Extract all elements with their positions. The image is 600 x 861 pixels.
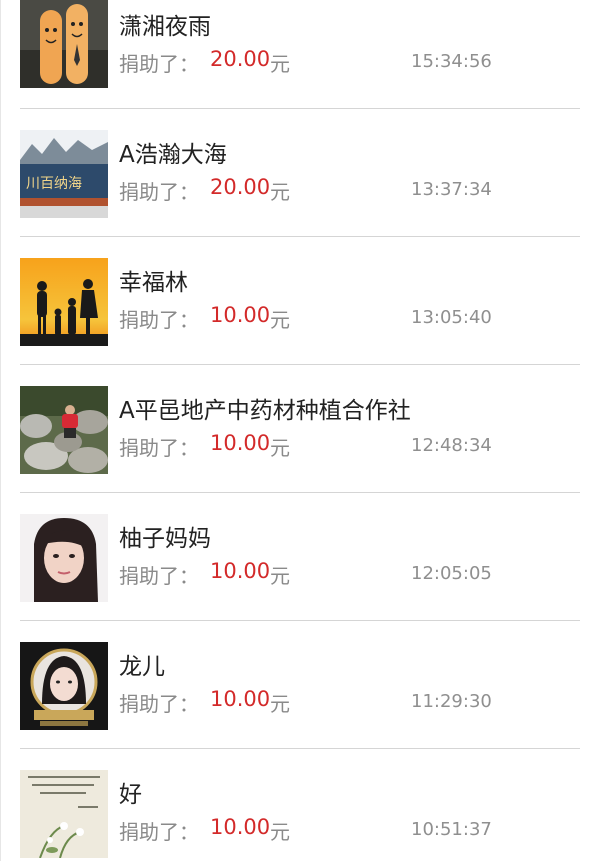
donation-time: 11:29:30 xyxy=(411,691,492,712)
list-item[interactable]: 幸福林 捐助了： 10.00 元 13:05:40 xyxy=(0,237,600,365)
donor-name: 幸福林 xyxy=(119,270,188,296)
donated-label: 捐助了： xyxy=(119,180,199,204)
currency-unit: 元 xyxy=(270,52,290,76)
donor-name: A浩瀚大海 xyxy=(119,142,227,168)
list-item[interactable]: 好 捐助了： 10.00 元 10:51:37 xyxy=(0,749,600,861)
donation-time: 10:51:37 xyxy=(411,819,492,840)
framed-portrait-avatar[interactable] xyxy=(20,642,108,730)
currency-unit: 元 xyxy=(270,180,290,204)
woman-portrait-avatar[interactable] xyxy=(20,514,108,602)
donation-amount: 20.00 xyxy=(210,47,271,71)
currency-unit: 元 xyxy=(270,692,290,716)
donor-name: 龙儿 xyxy=(119,654,165,680)
list-item[interactable]: 柚子妈妈 捐助了： 10.00 元 12:05:05 xyxy=(0,493,600,621)
sea-sign-avatar[interactable]: 川百纳海 xyxy=(20,130,108,218)
family-sunset-avatar[interactable] xyxy=(20,258,108,346)
donor-name: A平邑地产中药材种植合作社 xyxy=(119,398,411,424)
donated-label: 捐助了： xyxy=(119,52,199,76)
donation-list: 潇湘夜雨 捐助了： 20.00 元 15:34:56 川百纳海 A浩瀚大海 捐助… xyxy=(0,0,600,861)
donor-name: 好 xyxy=(119,782,142,808)
donation-time: 15:34:56 xyxy=(411,51,492,72)
donation-amount: 10.00 xyxy=(210,687,271,711)
donation-time: 12:05:05 xyxy=(411,563,492,584)
donation-amount: 10.00 xyxy=(210,559,271,583)
rocks-person-avatar[interactable] xyxy=(20,386,108,474)
donor-name: 柚子妈妈 xyxy=(119,526,211,552)
list-item[interactable]: 川百纳海 A浩瀚大海 捐助了： 20.00 元 13:37:34 xyxy=(0,109,600,237)
donated-label: 捐助了： xyxy=(119,564,199,588)
donation-amount: 10.00 xyxy=(210,431,271,455)
donor-name: 潇湘夜雨 xyxy=(119,14,211,40)
currency-unit: 元 xyxy=(270,436,290,460)
donated-label: 捐助了： xyxy=(119,308,199,332)
donation-time: 12:48:34 xyxy=(411,435,492,456)
donation-amount: 10.00 xyxy=(210,303,271,327)
finger-couple-avatar[interactable] xyxy=(20,0,108,88)
donated-label: 捐助了： xyxy=(119,436,199,460)
currency-unit: 元 xyxy=(270,564,290,588)
donated-label: 捐助了： xyxy=(119,692,199,716)
svg-text:川百纳海: 川百纳海 xyxy=(26,176,82,192)
donation-amount: 10.00 xyxy=(210,815,271,839)
donation-time: 13:05:40 xyxy=(411,307,492,328)
donation-amount: 20.00 xyxy=(210,175,271,199)
calligraphy-flowers-avatar[interactable] xyxy=(20,770,108,858)
list-item[interactable]: A平邑地产中药材种植合作社 捐助了： 10.00 元 12:48:34 xyxy=(0,365,600,493)
list-item[interactable]: 龙儿 捐助了： 10.00 元 11:29:30 xyxy=(0,621,600,749)
currency-unit: 元 xyxy=(270,308,290,332)
donation-time: 13:37:34 xyxy=(411,179,492,200)
donated-label: 捐助了： xyxy=(119,820,199,844)
currency-unit: 元 xyxy=(270,820,290,844)
list-item[interactable]: 潇湘夜雨 捐助了： 20.00 元 15:34:56 xyxy=(0,0,600,109)
